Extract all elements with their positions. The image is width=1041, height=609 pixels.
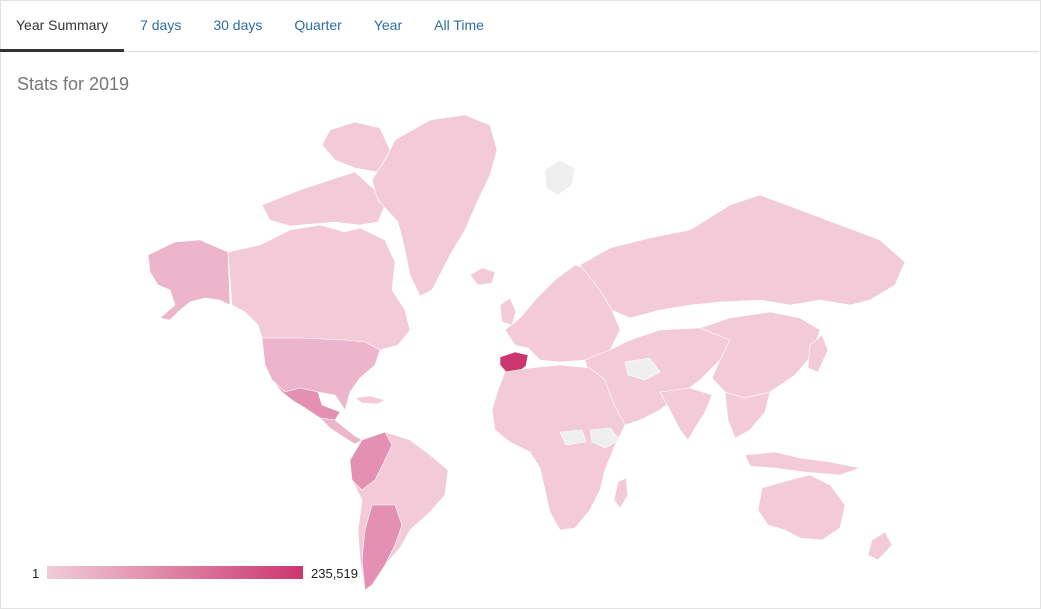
legend-min-label: 1 (32, 566, 40, 581)
region-baffin[interactable] (321, 121, 391, 173)
region-new-zealand[interactable] (867, 531, 893, 561)
region-central-america[interactable] (319, 417, 363, 445)
region-iceland[interactable] (469, 267, 496, 286)
world-map[interactable] (0, 100, 1041, 609)
tab-30-days[interactable]: 30 days (197, 0, 278, 51)
region-no-data-arctic[interactable] (544, 159, 576, 196)
region-canada[interactable] (227, 224, 411, 351)
tab-quarter[interactable]: Quarter (278, 0, 357, 51)
region-southeast-asia[interactable] (724, 391, 771, 439)
region-russia[interactable] (579, 194, 906, 319)
tab-year-summary[interactable]: Year Summary (0, 0, 125, 52)
region-india[interactable] (659, 387, 713, 441)
tab-7-days[interactable]: 7 days (124, 0, 197, 51)
region-madagascar[interactable] (613, 477, 629, 509)
legend-gradient-bar (47, 566, 303, 579)
legend-max-label: 235,519 (311, 566, 358, 581)
region-uk[interactable] (499, 297, 517, 326)
stats-title: Stats for 2019 (17, 74, 130, 94)
region-indonesia[interactable] (744, 451, 861, 476)
region-arctic-islands[interactable] (261, 171, 386, 227)
region-caribbean[interactable] (354, 395, 386, 405)
region-alaska[interactable] (147, 239, 231, 321)
tab-year[interactable]: Year (358, 0, 418, 51)
tab-all-time[interactable]: All Time (418, 0, 500, 51)
period-tabs: Year Summary 7 days 30 days Quarter Year… (0, 0, 1039, 52)
region-australia[interactable] (757, 474, 846, 541)
